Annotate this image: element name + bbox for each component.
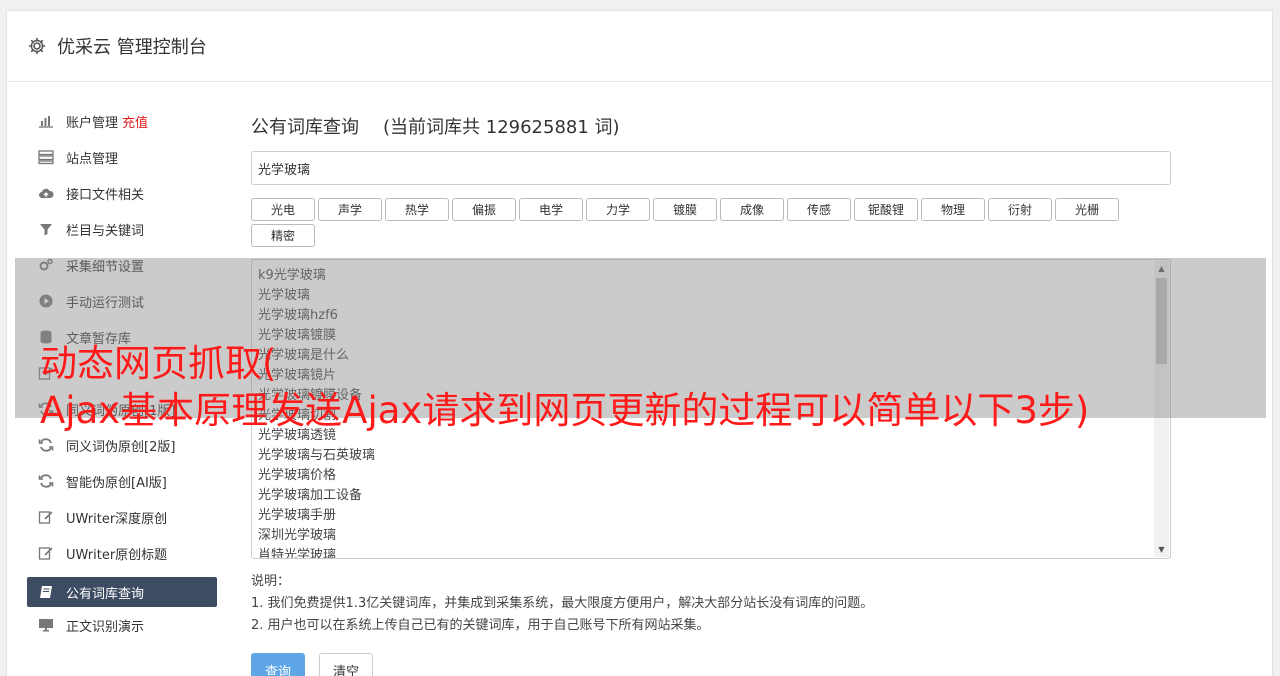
app-title: 优采云 管理控制台 (57, 37, 207, 58)
sidebar-item-label: 账户管理 (66, 115, 119, 131)
list-item[interactable]: 深圳光学玻璃 (258, 526, 1170, 546)
overlay-caption: 动态网页抓取( Ajax基本原理发送Ajax请求到网页更新的过程可以简单以下3步… (40, 340, 1270, 434)
note-line: 2. 用户也可以在系统上传自己已有的关键词库，用于自己账号下所有网站采集。 (251, 618, 710, 633)
edit-icon (37, 509, 55, 525)
edit-icon (37, 545, 55, 561)
tag-button[interactable]: 力学 (586, 198, 650, 221)
list-item[interactable]: 光学玻璃加工设备 (258, 486, 1170, 506)
refresh-icon (37, 437, 55, 453)
note-line: 1. 我们免费提供1.3亿关键词库，并集成到采集系统，最大限度方便用户，解决大部… (251, 596, 874, 611)
list-item[interactable]: 光学玻璃价格 (258, 466, 1170, 486)
tag-button[interactable]: 声学 (318, 198, 382, 221)
bar-chart-icon (37, 113, 55, 129)
sidebar-item-label: UWriter深度原创 (66, 511, 168, 527)
sidebar-item-label: 智能伪原创[AI版] (66, 475, 167, 491)
notes-title: 说明： (251, 574, 291, 589)
overlay-caption-line: Ajax基本原理发送Ajax请求到网页更新的过程可以简单以下3步) (40, 389, 1090, 432)
tag-button[interactable]: 偏振 (452, 198, 516, 221)
query-button[interactable]: 查询 (251, 653, 305, 676)
notes-section: 说明： 1. 我们免费提供1.3亿关键词库，并集成到采集系统，最大限度方便用户，… (251, 571, 1171, 637)
tag-button[interactable]: 成像 (720, 198, 784, 221)
sidebar-item-label: 栏目与关键词 (66, 223, 145, 239)
page-title-text: 公有词库查询 (251, 117, 359, 138)
sidebar-item-interface-files[interactable]: 接口文件相关 (27, 175, 217, 211)
sidebar-item-label: 同义词伪原创[2版] (66, 439, 176, 455)
top-bar: 优采云 管理控制台 (7, 11, 1272, 82)
cloud-upload-icon (37, 185, 55, 201)
sidebar-item-label: 接口文件相关 (66, 187, 145, 203)
sidebar-item-label: 站点管理 (66, 151, 119, 167)
sidebar-item-columns-keywords[interactable]: 栏目与关键词 (27, 211, 217, 247)
sidebar-item-label: UWriter原创标题 (66, 547, 168, 563)
list-item[interactable]: 光学玻璃手册 (258, 506, 1170, 526)
tag-button[interactable]: 物理 (921, 198, 985, 221)
tag-button[interactable]: 精密 (251, 224, 315, 247)
tag-button[interactable]: 铌酸锂 (854, 198, 918, 221)
tag-button[interactable]: 衍射 (988, 198, 1052, 221)
overlay-caption-line: 动态网页抓取( (40, 342, 277, 385)
tag-button[interactable]: 传感 (787, 198, 851, 221)
tag-button[interactable]: 镀膜 (653, 198, 717, 221)
action-buttons: 查询 清空 (251, 653, 1171, 676)
lexicon-count: (当前词库共 129625881 词) (383, 117, 620, 138)
gear-icon (27, 36, 47, 56)
clear-button[interactable]: 清空 (319, 653, 373, 676)
sidebar-item-account[interactable]: 账户管理 充值 (27, 103, 217, 139)
sidebar-item-ai-rewrite[interactable]: 智能伪原创[AI版] (27, 463, 217, 499)
scroll-down-icon[interactable]: ▼ (1154, 542, 1169, 557)
list-item[interactable]: 光学玻璃与石英玻璃 (258, 446, 1170, 466)
tag-button[interactable]: 光栅 (1055, 198, 1119, 221)
sidebar-item-uwriter-title[interactable]: UWriter原创标题 (27, 535, 217, 571)
tag-filter-group: 光电 声学 热学 偏振 电学 力学 镀膜 成像 传感 铌酸锂 物理 衍射 光栅 … (251, 198, 1131, 250)
tag-button[interactable]: 光电 (251, 198, 315, 221)
sidebar-item-public-lexicon[interactable]: 公有词库查询 (27, 577, 217, 607)
sidebar-item-uwriter-deep[interactable]: UWriter深度原创 (27, 499, 217, 535)
list-item[interactable]: 肖特光学玻璃 (258, 546, 1170, 558)
server-icon (37, 149, 55, 165)
filter-icon (37, 221, 55, 237)
tag-button[interactable]: 电学 (519, 198, 583, 221)
sidebar-item-label: 正文识别演示 (66, 619, 145, 635)
keyword-search-input[interactable] (251, 151, 1171, 185)
sidebar-item-sites[interactable]: 站点管理 (27, 139, 217, 175)
recharge-link[interactable]: 充值 (122, 112, 148, 131)
refresh-icon (37, 473, 55, 489)
tag-button[interactable]: 热学 (385, 198, 449, 221)
book-icon (37, 584, 55, 600)
sidebar-item-text-recognition[interactable]: 正文识别演示 (27, 607, 217, 643)
page-title: 公有词库查询 (当前词库共 129625881 词) (251, 109, 1171, 143)
monitor-icon (37, 617, 55, 633)
sidebar-item-label: 公有词库查询 (66, 586, 145, 602)
